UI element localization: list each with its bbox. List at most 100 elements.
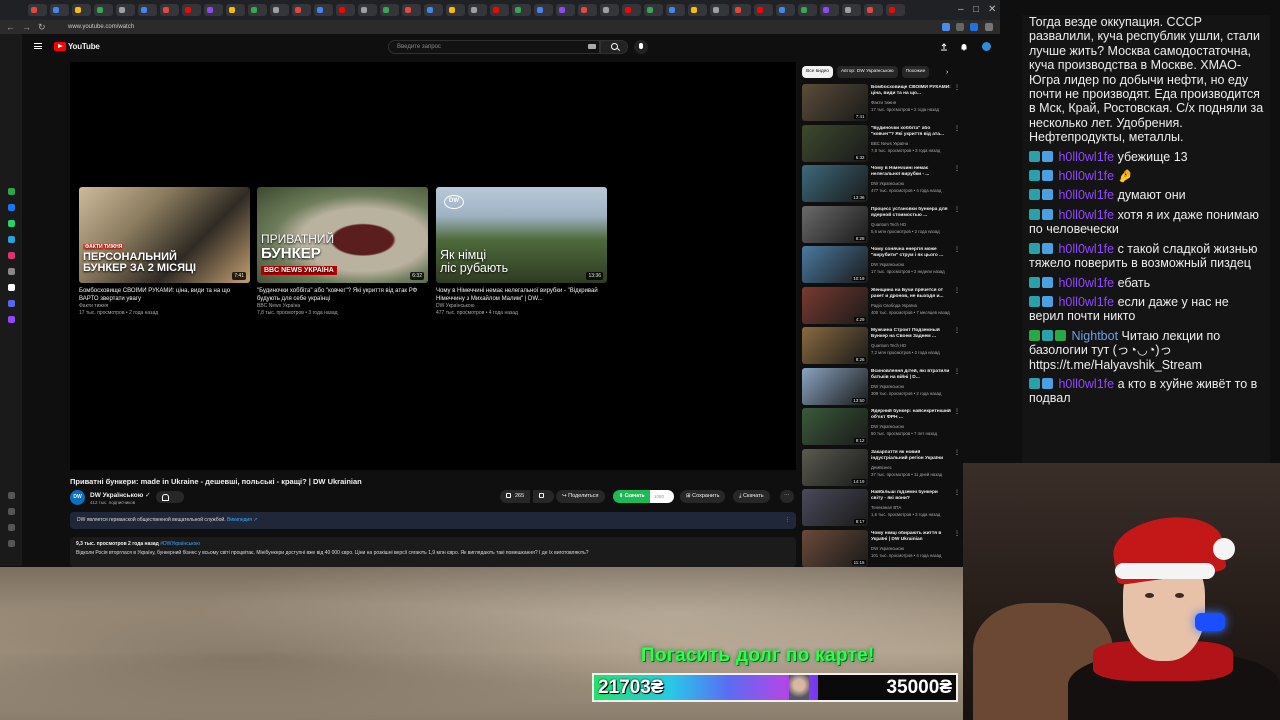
video-title[interactable]: Бомбосховище СВОЇМИ РУКАМИ: ціна, види т… — [871, 85, 951, 98]
youtube-wordmark[interactable]: YouTube — [68, 42, 100, 51]
browser-tab[interactable] — [732, 4, 751, 16]
extension-download-button[interactable]: ⬇ Скачать — [613, 490, 650, 503]
dislike-button[interactable] — [533, 490, 554, 503]
more-options-icon[interactable]: ⋮ — [954, 247, 960, 253]
info-menu-icon[interactable]: ⋮ — [785, 512, 790, 529]
browser-tab[interactable] — [798, 4, 817, 16]
browser-tab[interactable] — [820, 4, 839, 16]
chat-username[interactable]: h0ll0wl1fe — [1058, 208, 1114, 222]
browser-tab[interactable] — [710, 4, 729, 16]
video-thumbnail[interactable]: 11:15 — [802, 529, 868, 567]
video-title[interactable]: Процесс установки бункера для ядерной ст… — [871, 207, 951, 220]
recommended-video[interactable]: 11:15 Чому німці обирають життя в Україні… — [802, 529, 960, 568]
reload-icon[interactable]: ↻ — [38, 22, 48, 33]
close-icon[interactable]: ✕ — [988, 4, 996, 15]
download-quality-select[interactable]: 1080 — [650, 490, 674, 503]
more-options-icon[interactable]: ⋮ — [954, 369, 960, 375]
video-thumbnail[interactable]: 8:26 — [802, 327, 868, 364]
notifications-bell-icon[interactable] — [960, 43, 968, 51]
browser-tab[interactable] — [72, 4, 91, 16]
video-title[interactable]: Закарпаття як новий індустріальний регіо… — [871, 450, 951, 463]
more-options-icon[interactable]: ⋮ — [954, 490, 960, 496]
more-options-icon[interactable]: ⋮ — [954, 531, 960, 537]
video-title[interactable]: Чому в Німеччині немає нелегальної вируб… — [871, 166, 951, 179]
video-thumbnail[interactable]: ПРИВАТНИЙ БУНКЕР BBC NEWS УКРАЇНА 6:32 — [257, 187, 428, 283]
browser-tab[interactable] — [380, 4, 399, 16]
video-thumbnail[interactable]: ФАКТИ ТИЖНЯ ПЕРСОНАЛЬНИЙ БУНКЕР ЗА 2 МІС… — [79, 187, 250, 283]
browser-tab[interactable] — [622, 4, 641, 16]
video-title[interactable]: Найбільші підземні бункери світу - які в… — [871, 490, 951, 503]
endscreen-video-card[interactable]: ФАКТИ ТИЖНЯ ПЕРСОНАЛЬНИЙ БУНКЕР ЗА 2 МІС… — [79, 187, 250, 317]
chat-username[interactable]: h0ll0wl1fe — [1058, 295, 1114, 309]
endscreen-video-card[interactable]: DW Як німці ліс рубають 13:36 Чому в Нім… — [436, 187, 607, 317]
endscreen-video-card[interactable]: ПРИВАТНИЙ БУНКЕР BBC NEWS УКРАЇНА 6:32 "… — [257, 187, 428, 317]
more-options-icon[interactable]: ⋮ — [954, 328, 960, 334]
browser-tab[interactable] — [468, 4, 487, 16]
browser-tab[interactable] — [226, 4, 245, 16]
recommended-video[interactable]: 8:17 Найбільші підземні бункери світу - я… — [802, 489, 960, 527]
youtube-logo-icon[interactable] — [54, 42, 66, 51]
browser-tab[interactable] — [138, 4, 157, 16]
chat-username[interactable]: h0ll0wl1fe — [1058, 276, 1114, 290]
upload-icon[interactable] — [940, 43, 948, 51]
video-thumbnail[interactable]: 4:29 — [802, 286, 868, 324]
video-thumbnail[interactable]: 7:41 — [802, 84, 868, 121]
video-thumbnail[interactable]: 6:32 — [802, 124, 868, 162]
more-options-icon[interactable]: ⋮ — [954, 85, 960, 91]
recommended-video[interactable]: 4:29 Женщина на Бучи прячется от ракет и … — [802, 286, 960, 325]
url-field[interactable]: www.youtube.com/watch — [68, 24, 134, 30]
chevron-right-icon[interactable]: › — [946, 69, 948, 76]
discord-icon[interactable] — [8, 300, 15, 307]
forward-icon[interactable]: → — [22, 22, 32, 32]
video-thumbnail[interactable]: 13:36 — [802, 165, 868, 202]
more-actions-button[interactable]: ⋯ — [780, 490, 794, 503]
browser-tab[interactable] — [116, 4, 135, 16]
video-title[interactable]: Мужчина Строит Подземный Бункер на Своем… — [871, 328, 951, 341]
x-icon[interactable] — [8, 284, 15, 291]
browser-tab[interactable] — [160, 4, 179, 16]
download-button[interactable]: ⤓ Скачать — [733, 490, 770, 503]
hashtag-link[interactable]: #DWУкраїнською — [160, 541, 200, 547]
recommended-video[interactable]: 8:28 Процесс установки бункера для ядерно… — [802, 205, 960, 244]
more-options-icon[interactable]: ⋮ — [954, 450, 960, 456]
video-title[interactable]: Бомбосховище СВОЇМИ РУКАМИ: ціна, види т… — [79, 287, 250, 303]
more-options-icon[interactable]: ⋮ — [954, 126, 960, 132]
back-icon[interactable]: ← — [6, 22, 16, 32]
browser-tab[interactable] — [644, 4, 663, 16]
more-options-icon[interactable]: ⋮ — [954, 409, 960, 415]
chip-related[interactable]: Похожие — [901, 66, 930, 78]
channel-name[interactable]: DW Українською ✓ — [90, 491, 151, 499]
video-thumbnail[interactable]: 8:28 — [802, 205, 868, 243]
browser-tab[interactable] — [578, 4, 597, 16]
downloads-icon[interactable] — [8, 524, 15, 531]
browser-tab[interactable] — [28, 4, 47, 16]
recommended-video[interactable]: 14:19 Закарпаття як новий індустріальний … — [802, 448, 960, 487]
browser-tab[interactable] — [248, 4, 267, 16]
more-options-icon[interactable]: ⋮ — [954, 207, 960, 213]
chip-all[interactable]: Все видео — [802, 66, 833, 78]
browser-tab[interactable] — [424, 4, 443, 16]
whatsapp-icon[interactable] — [8, 188, 15, 195]
instagram-icon[interactable] — [8, 252, 15, 259]
browser-tab[interactable] — [402, 4, 421, 16]
browser-tab[interactable] — [94, 4, 113, 16]
video-thumbnail[interactable]: 10:19 — [802, 246, 868, 283]
subscribed-bell-button[interactable] — [156, 491, 184, 503]
browser-tab[interactable] — [512, 4, 531, 16]
recommended-video[interactable]: 7:41 Бомбосховище СВОЇМИ РУКАМИ: ціна, ви… — [802, 84, 960, 122]
video-thumbnail[interactable]: 9:12 — [802, 408, 868, 445]
browser-tab[interactable] — [688, 4, 707, 16]
browser-tab[interactable] — [182, 4, 201, 16]
recommended-video[interactable]: 6:32 "Будиночки хоббіта" або "ковчег"? Як… — [802, 124, 960, 163]
chat-username[interactable]: h0ll0wl1fe — [1058, 377, 1114, 391]
video-thumbnail[interactable]: DW Як німці ліс рубають 13:36 — [436, 187, 607, 283]
video-title[interactable]: "Будиночки хоббіта" або "ковчег"? Які ук… — [871, 126, 951, 139]
save-button[interactable]: ⊞ Сохранить — [680, 490, 726, 503]
video-title[interactable]: Всиновлення дітей, які втратили батьків … — [871, 369, 951, 382]
video-thumbnail[interactable]: 14:19 — [802, 448, 868, 486]
channel-avatar[interactable]: DW — [70, 490, 85, 505]
wikipedia-link[interactable]: Википедия — [227, 517, 252, 523]
search-input[interactable]: Введите запрос — [388, 40, 600, 54]
search-button[interactable] — [600, 40, 628, 54]
recommended-video[interactable]: 9:12 Ядерний бункер: найсекретніший об'єк… — [802, 408, 960, 446]
